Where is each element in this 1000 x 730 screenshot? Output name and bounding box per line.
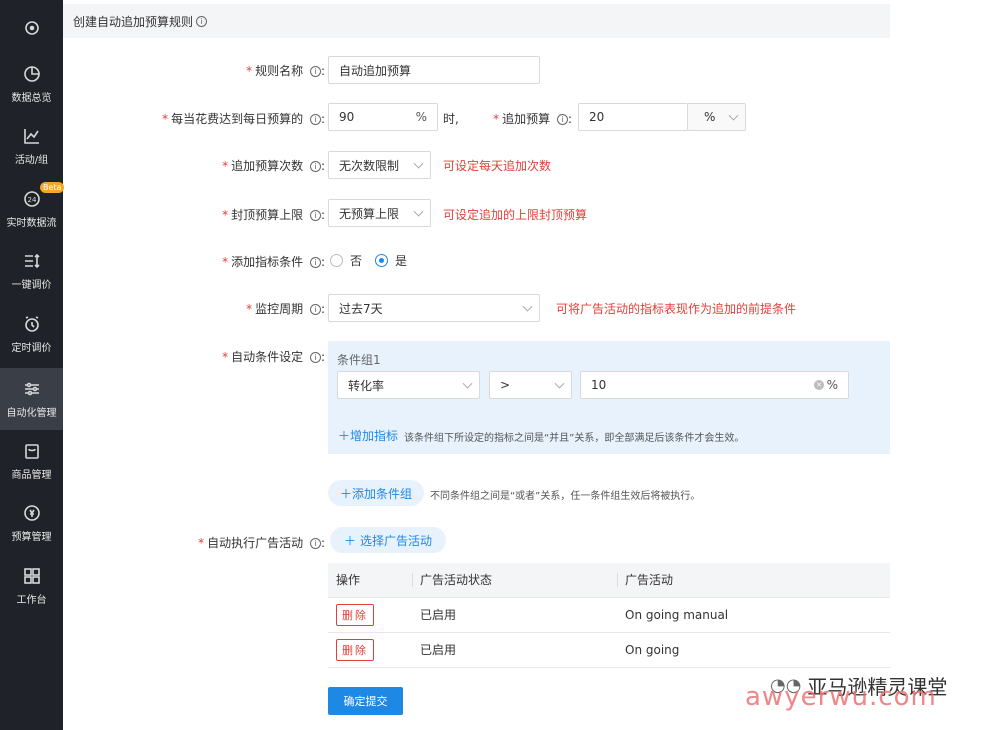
24h-icon: 24 (23, 190, 41, 208)
add-budget-unit-select[interactable]: % (687, 103, 746, 131)
page-title: 创建自动追加预算规则 i (63, 4, 890, 38)
radio-yes[interactable]: 是 (375, 252, 407, 269)
add-times-select[interactable]: 无次数限制 (328, 151, 431, 179)
budget-icon (23, 504, 41, 522)
campaigns-label: * 自动执行广告活动 i: (198, 536, 325, 550)
sidebar-item-schedule[interactable]: 定时调价 (0, 303, 63, 365)
info-icon[interactable]: i (556, 114, 568, 125)
sidebar-item-realtime[interactable]: Beta 24 实时数据流 (0, 178, 65, 240)
cap-label: * 封顶预算上限 i: (222, 208, 325, 222)
info-icon[interactable]: i (309, 66, 321, 77)
period-select[interactable]: 过去7天 (328, 294, 540, 322)
add-times-label: * 追加预算次数 i: (222, 159, 325, 173)
grid-icon (23, 567, 41, 585)
watermark-en: awyerwu.com (745, 682, 937, 712)
sidebar-item-label: 活动/组 (14, 154, 49, 166)
sidebar-item-label: 工作台 (16, 594, 47, 606)
radio-no[interactable]: 否 (330, 252, 362, 269)
add-group-hint: 不同条件组之间是“或者”关系，任一条件组生效后将被执行。 (430, 491, 701, 502)
sidebar-item-automation[interactable]: 自动化管理 (0, 368, 63, 430)
info-icon[interactable]: i (309, 161, 321, 172)
sidebar-item-label: 定时调价 (11, 342, 52, 354)
auto-cond-label: * 自动条件设定 i: (222, 350, 325, 364)
info-icon[interactable]: i (309, 304, 321, 315)
add-budget-input[interactable]: 20 (578, 103, 688, 131)
pie-chart-icon (23, 65, 41, 83)
operator-select[interactable]: > (489, 371, 572, 399)
add-group-button[interactable]: ＋添加条件组 (328, 480, 425, 506)
chevron-down-icon (413, 158, 424, 169)
add-metric-hint: 该条件组下所设定的指标之间是“并且”关系，即全部满足后该条件才会生效。 (404, 433, 745, 444)
cap-select[interactable]: 无预算上限 (328, 199, 431, 227)
sidebar-item-label: 预算管理 (11, 531, 52, 543)
row-status: 已启用 (412, 597, 617, 633)
sidebar-item-label: 一键调价 (11, 279, 52, 291)
spend-threshold-input[interactable]: 90 % (328, 103, 438, 131)
clear-icon[interactable]: ✕ (814, 380, 824, 390)
alarm-clock-icon (23, 315, 41, 333)
sidebar-item-bid[interactable]: 一键调价 (0, 240, 63, 302)
select-campaign-button[interactable]: ＋ 选择广告活动 (330, 527, 447, 553)
add-condition-label: * 添加指标条件 i: (222, 255, 325, 269)
condition-group-title: 条件组1 (337, 353, 381, 367)
sidebar-item-workbench[interactable]: 工作台 (0, 555, 63, 617)
rule-name-input[interactable]: 自动追加预算 (328, 56, 540, 84)
line-chart-icon (23, 127, 41, 145)
info-icon[interactable]: i (309, 210, 321, 221)
page-title-text: 创建自动追加预算规则 (73, 14, 194, 29)
period-note: 可将广告活动的指标表现作为追加的前提条件 (556, 302, 797, 316)
bag-icon (23, 442, 41, 460)
table-row: 删除 已启用 On going (328, 632, 890, 668)
sidebar-item-label: 数据总览 (11, 92, 52, 104)
sidebar-item-campaigns[interactable]: 活动/组 (0, 115, 63, 177)
info-icon[interactable]: i (309, 352, 321, 363)
row-campaign: On going manual (617, 597, 890, 633)
col-action: 操作 (328, 563, 412, 598)
spend-threshold-label: * 每当花费达到每日预算的 i: (162, 112, 325, 126)
chevron-down-icon (462, 378, 473, 389)
chevron-down-icon (554, 378, 565, 389)
info-icon[interactable]: i (309, 538, 321, 549)
table-row: 删除 已启用 On going manual (328, 597, 890, 633)
col-status: 广告活动状态 (412, 563, 617, 598)
spend-threshold-after: 时, (443, 112, 459, 126)
period-label: * 监控周期 i: (246, 302, 325, 316)
info-icon[interactable]: i (196, 15, 208, 27)
chevron-down-icon (522, 301, 533, 312)
sidebar-item-label: 自动化管理 (6, 407, 57, 419)
sort-list-icon (23, 252, 41, 270)
campaign-table: 操作 广告活动状态 广告活动 删除 已启用 On going manual 删除… (328, 563, 890, 668)
sidebar-item-products[interactable]: 商品管理 (0, 430, 63, 492)
sliders-icon (23, 380, 41, 398)
metric-select[interactable]: 转化率 (337, 371, 480, 399)
circle-dot-icon (23, 19, 41, 37)
info-icon[interactable]: i (309, 257, 321, 268)
chevron-down-icon (728, 110, 739, 121)
threshold-input[interactable]: 10 ✕ % (580, 371, 849, 399)
beta-badge: Beta (40, 182, 65, 193)
sidebar-item-label: 商品管理 (11, 469, 52, 481)
add-budget-label: * 追加预算 i: (493, 112, 572, 126)
rule-name-label: * 规则名称 i: (246, 64, 325, 78)
add-metric-link[interactable]: ＋增加指标 (338, 427, 398, 444)
delete-button[interactable]: 删除 (336, 638, 374, 661)
sidebar: 数据总览 活动/组 Beta 24 实时数据流 一键调价 定时调价 自动化管理 (0, 0, 65, 730)
sidebar-item-overview[interactable]: 数据总览 (0, 53, 63, 115)
delete-button[interactable]: 删除 (336, 603, 374, 626)
svg-text:24: 24 (27, 196, 36, 204)
row-status: 已启用 (412, 632, 617, 668)
submit-button[interactable]: 确定提交 (328, 687, 403, 715)
info-icon[interactable]: i (309, 114, 321, 125)
cap-note: 可设定追加的上限封顶预算 (443, 208, 588, 222)
add-times-note: 可设定每天追加次数 (443, 159, 552, 173)
sidebar-item-label: 实时数据流 (6, 217, 57, 229)
col-campaign: 广告活动 (617, 563, 890, 598)
row-campaign: On going (617, 632, 890, 668)
sidebar-item-budget[interactable]: 预算管理 (0, 492, 63, 554)
chevron-down-icon (413, 206, 424, 217)
